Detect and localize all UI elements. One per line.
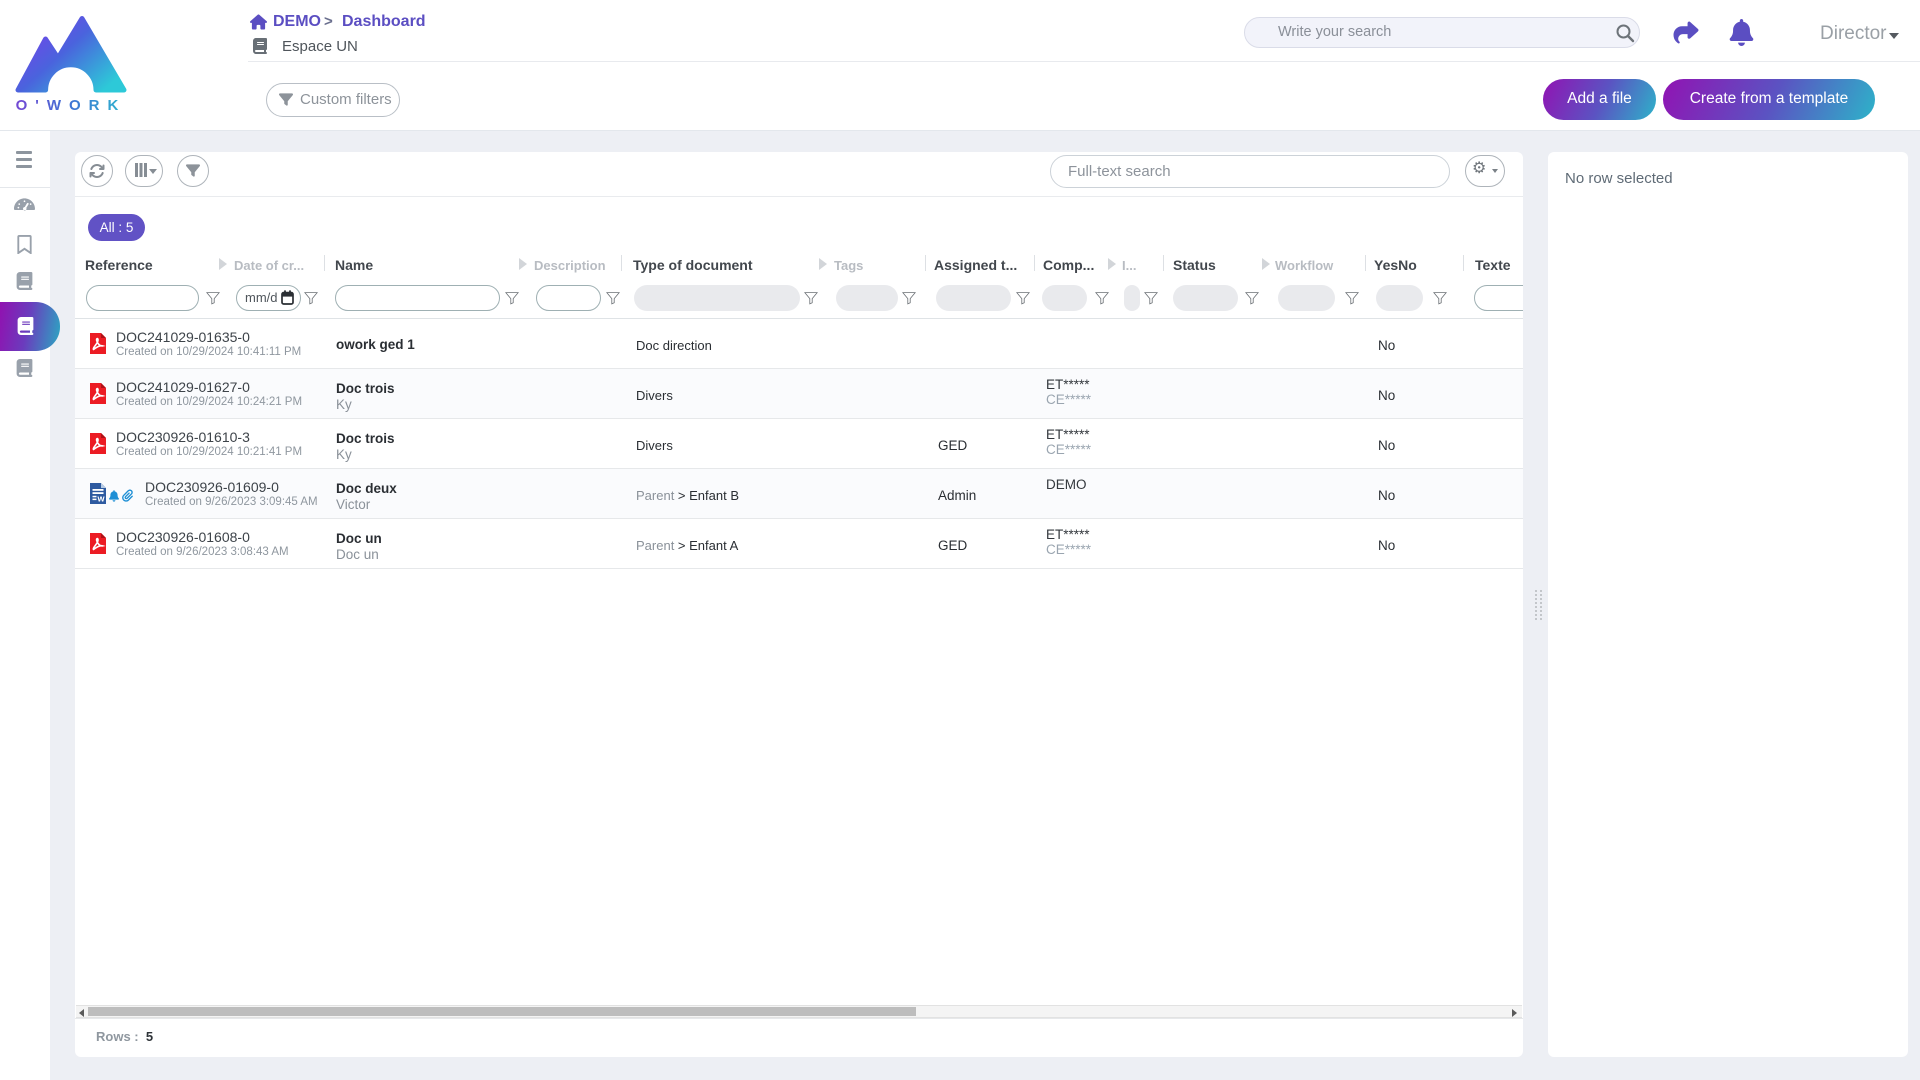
svg-text:O'WORK: O'WORK — [16, 97, 127, 114]
svg-text:w: w — [97, 494, 106, 504]
